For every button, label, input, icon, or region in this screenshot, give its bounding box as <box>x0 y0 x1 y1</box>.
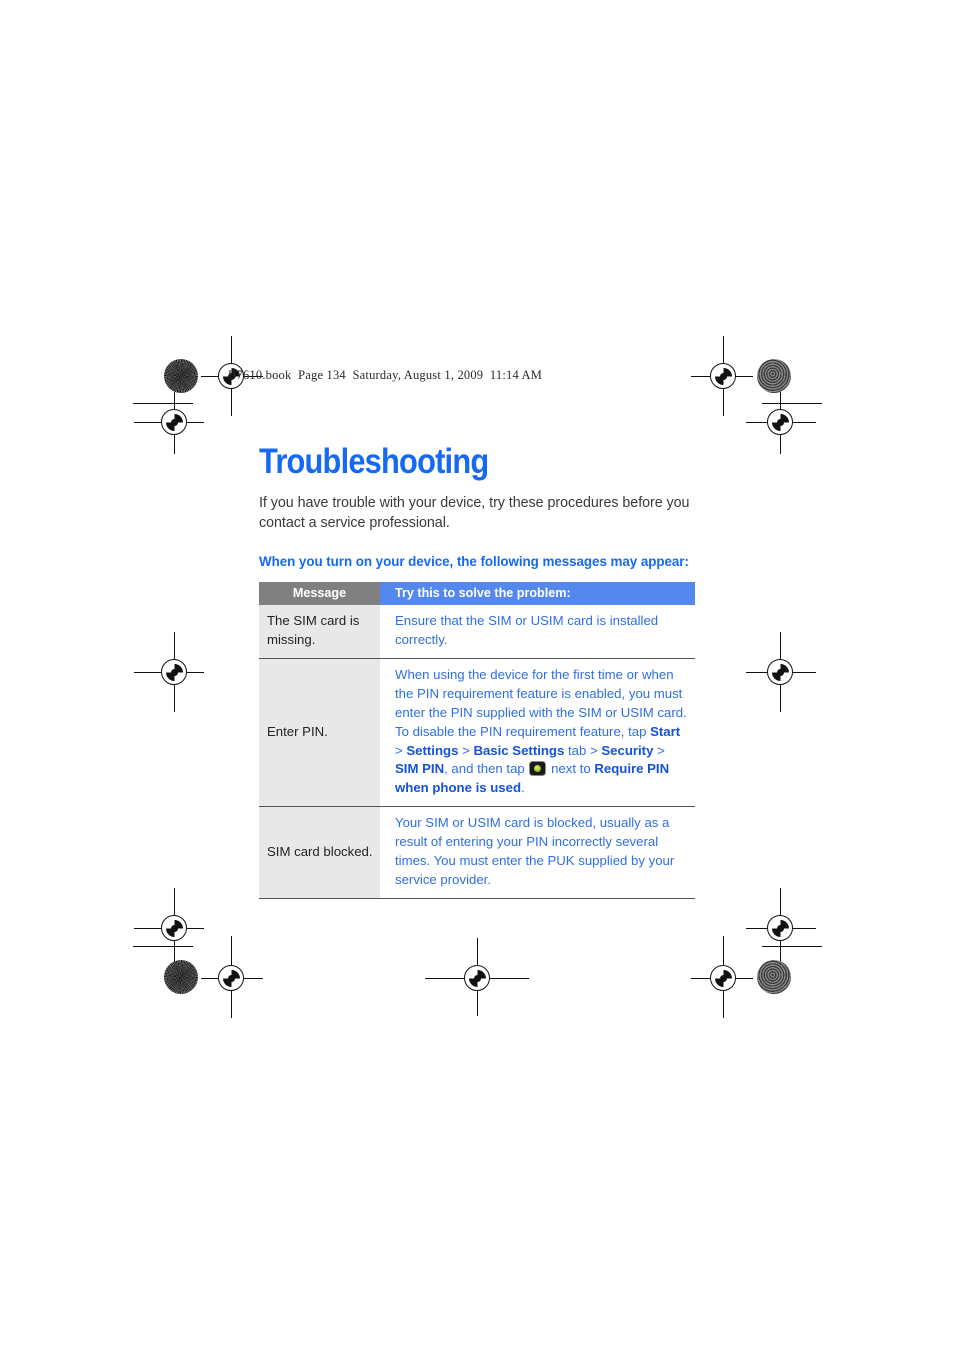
table-body: The SIM card is missing. Ensure that the… <box>259 605 695 899</box>
row-message: The SIM card is missing. <box>259 605 380 660</box>
registration-mark-bottom-left-inner <box>201 936 263 1018</box>
row-solution: When using the device for the first time… <box>380 658 695 808</box>
running-header: B7610.book Page 134 Saturday, August 1, … <box>228 368 543 382</box>
row-message: SIM card blocked. <box>259 806 380 899</box>
table-header-row: Message Try this to solve the problem: <box>259 582 695 606</box>
column-header-solution: Try this to solve the problem: <box>380 582 695 606</box>
halftone-circle-bottom-right <box>757 960 791 994</box>
registration-mark-top-left-outer <box>134 392 204 454</box>
registration-mark-bottom-right-outer <box>746 888 816 962</box>
halftone-circle-top-left <box>164 359 198 393</box>
page-title: Troubleshooting <box>259 442 489 481</box>
row-solution: Ensure that the SIM or USIM card is inst… <box>380 605 695 660</box>
row-message: Enter PIN. <box>259 658 380 808</box>
registration-mark-top-right-inner <box>691 336 753 416</box>
halftone-circle-top-right <box>757 359 791 393</box>
registration-mark-mid-right <box>746 632 816 712</box>
table-row: SIM card blocked. Your SIM or USIM card … <box>259 806 695 899</box>
intro-paragraph: If you have trouble with your device, tr… <box>259 494 690 531</box>
troubleshooting-table: Message Try this to solve the problem: T… <box>259 582 695 899</box>
registration-mark-bottom-left-outer <box>134 888 204 962</box>
page-content: Troubleshooting If you have trouble with… <box>259 444 695 899</box>
table-row: Enter PIN. When using the device for the… <box>259 658 695 808</box>
registration-mark-bottom-right-inner <box>691 936 753 1018</box>
section-subheading: When you turn on your device, the follow… <box>259 554 689 570</box>
row-solution: Your SIM or USIM card is blocked, usuall… <box>380 806 695 899</box>
registration-mark-bottom-center <box>425 938 529 1016</box>
printed-page: B7610.book Page 134 Saturday, August 1, … <box>0 0 954 1350</box>
column-header-message: Message <box>259 582 380 606</box>
registration-mark-top-right-outer <box>746 392 816 454</box>
toggle-switch-icon <box>530 762 546 776</box>
table-row: The SIM card is missing. Ensure that the… <box>259 605 695 660</box>
halftone-circle-bottom-left <box>164 960 198 994</box>
registration-mark-mid-left <box>134 632 204 712</box>
